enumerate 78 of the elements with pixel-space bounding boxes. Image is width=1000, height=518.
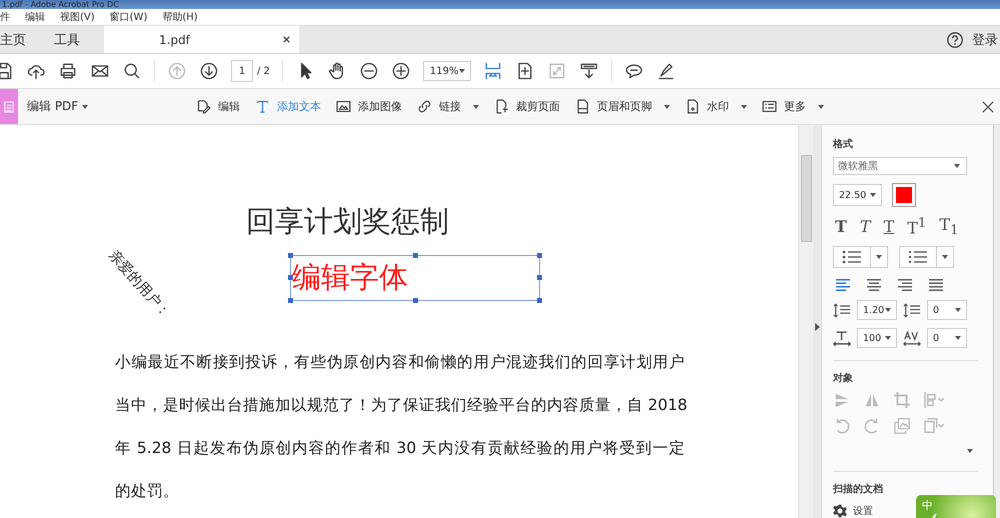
tool-button[interactable]: 添加文本	[254, 98, 322, 115]
edit-icon	[195, 98, 212, 115]
tool-button[interactable]: 裁剪页面	[493, 98, 560, 115]
text-style-button[interactable]: T$_{1}$	[939, 215, 959, 238]
link-icon	[416, 98, 434, 115]
tool-button[interactable]: 编辑	[195, 98, 240, 115]
bullet-list-button[interactable]	[833, 246, 888, 268]
settings-icon	[833, 504, 847, 518]
tool-button[interactable]: 页眉和页脚	[574, 98, 670, 115]
menu-item[interactable]: 窗口(W)	[110, 10, 148, 24]
fit-width-icon[interactable]	[482, 61, 503, 81]
paragraph-line: 年 5.28 日起发布伪原创内容的作者和 30 天内没有贡献经验的用户将受到一定	[115, 438, 685, 459]
window-title: 1.pdf - Adobe Acrobat Pro DC	[1, 0, 119, 9]
numbered-list-button[interactable]	[899, 246, 954, 268]
tab[interactable]: 工具	[40, 26, 94, 53]
tool-button[interactable]: 链接	[416, 98, 480, 115]
section-title: 对象	[833, 372, 854, 386]
menu-item[interactable]: 帮助(H)	[162, 10, 198, 24]
character-spacing-icon	[903, 330, 921, 347]
login-link[interactable]: 登录	[972, 30, 998, 48]
heading: 回享计划奖惩制	[246, 203, 450, 239]
paragraph-line: 的处罚。	[115, 481, 180, 502]
image-icon	[335, 98, 352, 115]
tab[interactable]: 主页	[0, 26, 40, 53]
bullet-list-icon	[841, 250, 863, 264]
save-icon[interactable]	[0, 61, 14, 81]
document-icon	[4, 100, 14, 112]
text-box[interactable]: 编辑字体	[290, 255, 540, 301]
highlighter-icon[interactable]	[656, 61, 676, 81]
section-title: 格式	[833, 138, 854, 151]
line-spacing-dropdown[interactable]: 1.20	[857, 300, 897, 320]
zoom-in-icon[interactable]	[390, 61, 411, 81]
paragraph-line: 当中，是时候出台措施加以规范了！为了保证我们经验平台的内容质量，自 2018	[115, 395, 685, 416]
scrollbar[interactable]	[798, 125, 813, 518]
rotated-text: 亲爱的用户：	[104, 247, 174, 322]
tool-button[interactable]: 更多	[761, 98, 824, 115]
search-icon[interactable]	[122, 61, 142, 81]
align-icon[interactable]	[864, 276, 884, 292]
text-style-button[interactable]: T	[835, 217, 847, 236]
edit-pdf-menu[interactable]: 编辑 PDF	[27, 98, 88, 115]
help-icon[interactable]	[946, 30, 964, 48]
font-size-dropdown[interactable]: 22.50	[833, 184, 882, 206]
scrollbar[interactable]	[993, 125, 1000, 518]
page-number-field[interactable]: 1	[231, 60, 253, 82]
text-style-button[interactable]: T	[884, 217, 894, 236]
paragraph-spacing-dropdown[interactable]: 0	[927, 300, 967, 320]
paragraph-spacing-icon	[903, 302, 921, 319]
align-icon[interactable]	[926, 276, 946, 292]
panel-toggle-button[interactable]	[0, 89, 18, 124]
tracking-dropdown[interactable]: 0	[927, 328, 967, 348]
tool-button[interactable]: 添加图像	[335, 98, 402, 115]
settings-button[interactable]: 设置	[833, 504, 873, 518]
tab[interactable]: 1.pdf	[104, 26, 299, 53]
list-icon	[761, 98, 778, 115]
zoom-dropdown[interactable]: 119%	[422, 61, 471, 81]
section-title: 扫描的文档	[833, 482, 884, 496]
close-icon[interactable]	[282, 35, 291, 44]
menu-item[interactable]: 编辑	[25, 10, 45, 24]
page-total: / 2	[257, 66, 270, 76]
print-icon[interactable]	[58, 61, 78, 81]
text-style-button[interactable]: T$^{1}$	[907, 216, 926, 238]
tool-button[interactable]: 水印	[684, 98, 748, 115]
menu-item[interactable]: 件	[0, 10, 10, 24]
align-icon[interactable]	[895, 276, 915, 292]
color-swatch[interactable]	[892, 183, 916, 208]
numbered-list-icon	[907, 250, 929, 264]
close-icon[interactable]	[982, 100, 994, 112]
zoom-out-icon[interactable]	[358, 61, 379, 81]
expand-arrow-icon[interactable]	[814, 322, 820, 330]
horizontal-scale-icon	[833, 330, 851, 347]
scroll-mode-icon[interactable]	[578, 61, 599, 81]
text-style-button[interactable]: T	[860, 217, 871, 236]
font-dropdown[interactable]: 微软雅黑	[833, 157, 967, 176]
scale-dropdown[interactable]: 100	[857, 328, 897, 348]
align-icon[interactable]	[833, 276, 853, 292]
menu-item[interactable]: 视图(V)	[60, 10, 95, 24]
line-spacing-icon	[833, 302, 851, 319]
paragraph-line: 小编最近不断接到投诉，有些伪原创内容和偷懒的用户混迹我们的回享计划用户	[115, 352, 685, 373]
